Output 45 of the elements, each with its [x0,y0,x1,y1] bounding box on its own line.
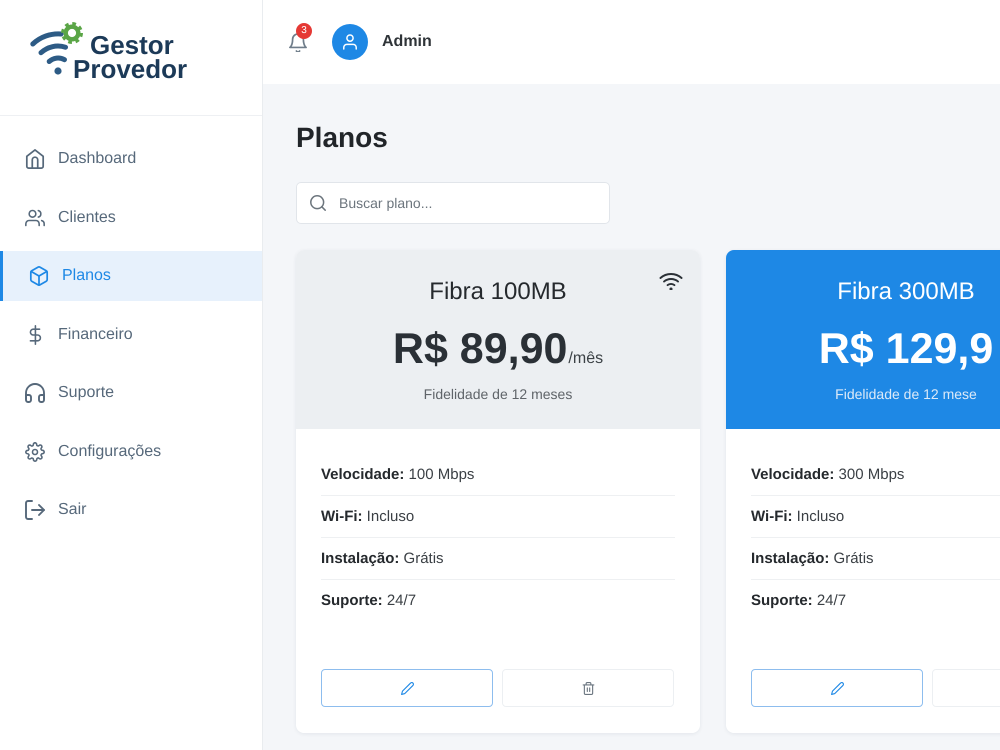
pencil-icon [830,682,844,694]
feature-text: Suporte: 24/7 [751,592,846,608]
search-field[interactable]: Buscar plano... [296,182,610,224]
nav-item[interactable]: Planos [0,251,262,301]
logo-text: Provedor [73,57,188,81]
trash-icon [582,682,594,694]
feature-text: Velocidade: 100 Mbps [321,466,474,482]
plan-price: R$ 89,90 [392,324,568,375]
gear-logo-icon [61,22,83,44]
plan-price: R$ 129,9 [818,324,994,375]
wifi-logo-icon [30,31,68,76]
feature-text: Wi-Fi: Incluso [321,508,414,524]
feature-text: Instalação: Grátis [751,550,874,566]
nav-item[interactable]: Sair [0,485,262,535]
plan-name: Fibra 300MB [837,277,975,307]
edit-button[interactable] [321,669,493,707]
plan-note: Fidelidade de 12 mese [835,385,977,404]
avatar-icon[interactable] [332,24,368,60]
nav-item[interactable]: Suporte [0,368,262,418]
headphones-icon [25,383,45,403]
nav-item[interactable]: Configurações [0,426,262,476]
feature-text: Instalação: Grátis [321,550,444,566]
search-icon [310,195,326,211]
logout-icon [25,500,45,520]
home-icon [25,149,45,169]
feature-text: Wi-Fi: Incluso [751,508,844,524]
page-title: Planos [296,121,388,155]
plan-name: Fibra 100MB [429,277,567,307]
bell-icon[interactable] [289,32,307,52]
user-name[interactable]: Admin [382,33,432,51]
pencil-icon [400,682,414,694]
feature-text: Suporte: 24/7 [321,592,416,608]
edit-button[interactable] [751,669,923,707]
price-period: /mês [568,349,604,369]
logo-text: Gestor [90,33,174,57]
settings-icon [25,442,45,462]
nav-item[interactable]: Financeiro [0,310,262,360]
feature-text: Velocidade: 300 Mbps [751,466,904,482]
plan-note: Fidelidade de 12 meses [424,385,572,404]
users-icon [25,208,45,228]
box-icon [29,266,49,286]
notification-badge: 3 [296,22,312,38]
nav-item[interactable]: Clientes [0,192,262,242]
delete-button[interactable] [502,669,674,707]
nav-item[interactable]: Dashboard [0,134,262,184]
